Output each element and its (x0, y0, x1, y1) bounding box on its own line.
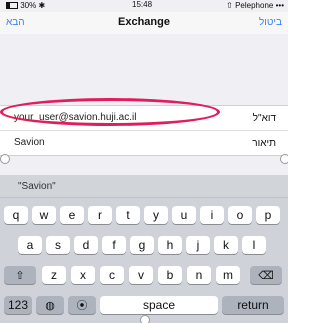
suggestion-bar: "Savion" (0, 175, 288, 198)
key-f[interactable]: f (102, 236, 126, 254)
description-field[interactable] (14, 137, 214, 148)
backspace-key[interactable]: ⌫ (250, 266, 282, 284)
key-u[interactable]: u (172, 206, 196, 224)
key-v[interactable]: v (129, 266, 153, 284)
cancel-button[interactable]: ביטול (259, 17, 282, 28)
description-row[interactable]: תיאור (0, 130, 288, 155)
selection-handle-top-left[interactable] (0, 154, 10, 164)
highlight-annotation (0, 98, 220, 126)
key-g[interactable]: g (130, 236, 154, 254)
key-j[interactable]: j (186, 236, 210, 254)
microphone-icon: ⦿ (76, 300, 88, 312)
nav-bar: הבא Exchange ביטול (0, 12, 288, 34)
key-x[interactable]: x (71, 266, 95, 284)
numbers-key[interactable]: 123 (4, 296, 32, 314)
status-right: ⇧ Pelephone ••• (226, 1, 284, 10)
email-label: דוא"ל (252, 113, 276, 124)
selection-handle-top-right[interactable] (280, 154, 288, 164)
key-y[interactable]: y (144, 206, 168, 224)
key-p[interactable]: p (256, 206, 280, 224)
battery-percent: 30% (20, 1, 37, 10)
bluetooth-icon: ✱ (38, 1, 46, 10)
status-bar: 30% ✱ 15:48 ⇧ Pelephone ••• (0, 0, 288, 12)
suggestion-item[interactable]: "Savion" (18, 181, 56, 192)
location-icon: ⇧ (226, 1, 233, 10)
key-m[interactable]: m (216, 266, 240, 284)
key-h[interactable]: h (158, 236, 182, 254)
key-w[interactable]: w (32, 206, 56, 224)
key-l[interactable]: l (242, 236, 266, 254)
shift-key[interactable]: ⇧ (4, 266, 36, 284)
key-z[interactable]: z (42, 266, 66, 284)
status-left: 30% ✱ (4, 1, 45, 10)
signal-icon: ••• (275, 1, 284, 10)
key-b[interactable]: b (158, 266, 182, 284)
page-title: Exchange (118, 16, 170, 28)
globe-icon: ◍ (45, 300, 55, 312)
carrier-name: Pelephone (235, 1, 274, 10)
screen: 30% ✱ 15:48 ⇧ Pelephone ••• הבא Exchange… (0, 0, 288, 323)
key-q[interactable]: q (4, 206, 28, 224)
key-n[interactable]: n (187, 266, 211, 284)
space-key[interactable]: space (100, 296, 218, 314)
key-s[interactable]: s (46, 236, 70, 254)
key-k[interactable]: k (214, 236, 238, 254)
key-c[interactable]: c (100, 266, 124, 284)
key-e[interactable]: e (60, 206, 84, 224)
key-t[interactable]: t (116, 206, 140, 224)
microphone-key[interactable]: ⦿ (68, 296, 96, 314)
battery-icon (6, 2, 18, 9)
keyboard: "Savion" q w e r t y u i o p a s d f g h… (0, 175, 288, 323)
return-key[interactable]: return (222, 296, 284, 314)
backspace-icon: ⌫ (258, 270, 274, 282)
description-label: תיאור (252, 138, 276, 149)
selection-handle-bottom-center[interactable] (140, 315, 150, 323)
status-time: 15:48 (132, 0, 153, 9)
key-o[interactable]: o (228, 206, 252, 224)
key-d[interactable]: d (74, 236, 98, 254)
globe-key[interactable]: ◍ (36, 296, 64, 314)
key-i[interactable]: i (200, 206, 224, 224)
key-a[interactable]: a (18, 236, 42, 254)
shift-icon: ⇧ (15, 270, 25, 282)
key-r[interactable]: r (88, 206, 112, 224)
